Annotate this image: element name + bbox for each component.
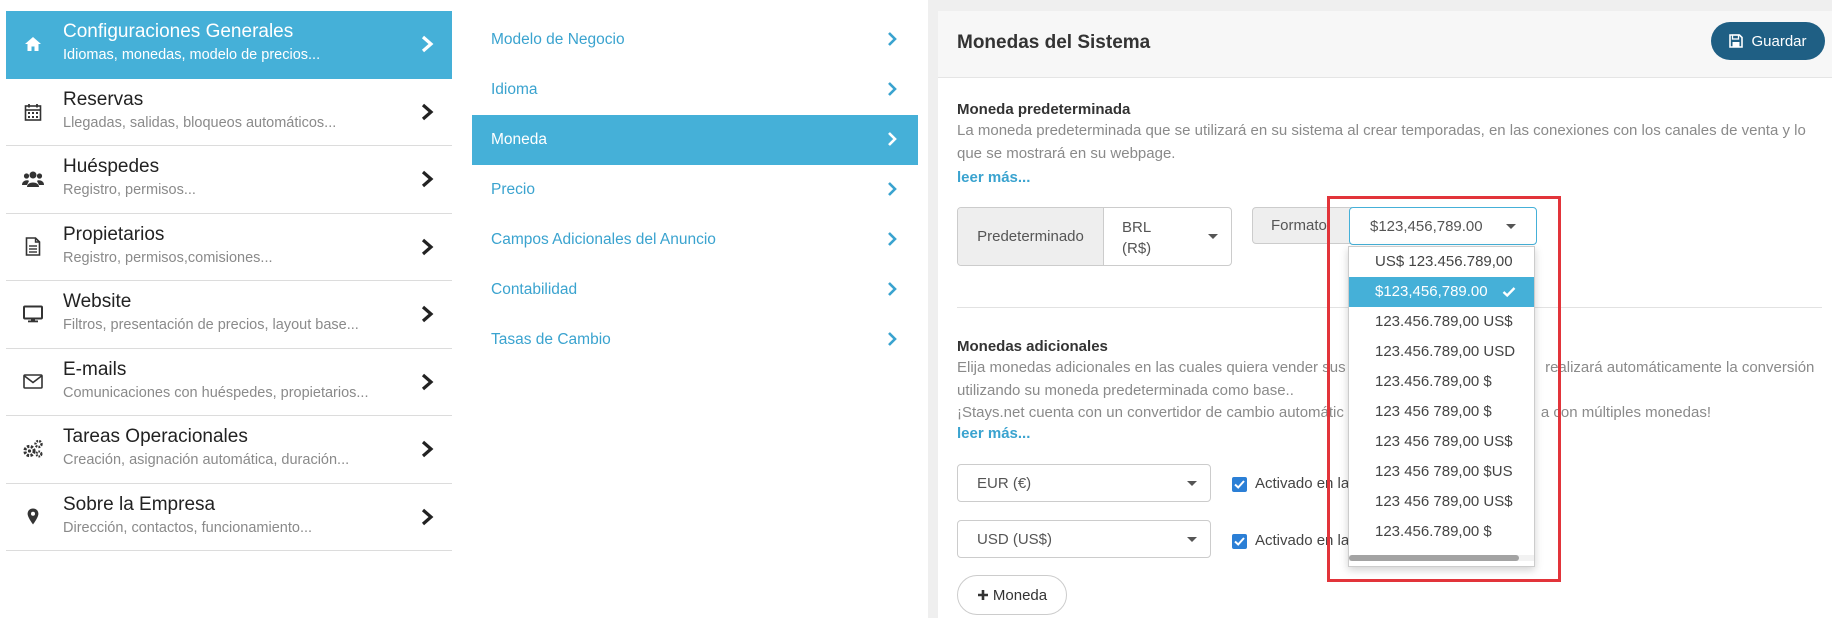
nav-item-subtitle: Dirección, contactos, funcionamiento... (63, 519, 313, 536)
menu-item-label: Tasas de Cambio (491, 331, 611, 348)
chevron-right-icon (421, 170, 434, 188)
default-currency-label: Predeterminado (958, 208, 1104, 265)
envelope-icon (22, 371, 44, 393)
description-text: ¡Stays.net cuenta con un convertidor de … (957, 404, 1344, 421)
default-currency-select[interactable]: BRL (R$) (1104, 208, 1231, 265)
panel-header: Monedas del Sistema Guardar (938, 11, 1832, 78)
menu-item-accounting[interactable]: Contabilidad (472, 265, 918, 315)
nav-item-company[interactable]: Sobre la Empresa Dirección, contactos, f… (6, 484, 452, 551)
nav-item-website[interactable]: Website Filtros, presentación de precios… (6, 281, 452, 349)
plus-icon (977, 590, 988, 600)
users-icon (22, 168, 44, 190)
home-icon (22, 33, 44, 55)
nav-item-owners[interactable]: Propietarios Registro, permisos,comision… (6, 214, 452, 281)
nav-item-subtitle: Filtros, presentación de precios, layout… (63, 317, 359, 333)
settings-page: Configuraciones Generales Idiomas, moned… (0, 0, 1832, 618)
menu-item-language[interactable]: Idioma (472, 65, 918, 115)
add-currency-label: Moneda (992, 586, 1048, 604)
chevron-right-icon (421, 103, 434, 120)
menu-item-label: Contabilidad (491, 281, 578, 298)
additional-currencies-title: Monedas adicionales (957, 338, 1108, 355)
add-currency-button[interactable]: Moneda (957, 575, 1067, 615)
description-text: Elija monedas adicionales en las cuales … (957, 359, 1359, 376)
chevron-right-icon (421, 373, 434, 390)
nav-item-emails[interactable]: E-mails Comunicaciones con huéspedes, pr… (6, 349, 452, 416)
nav-item-guests[interactable]: Huéspedes Registro, permisos... (6, 146, 452, 214)
caret-down-icon (1208, 234, 1218, 239)
save-label: Guardar (1751, 32, 1807, 50)
chevron-right-icon (888, 282, 897, 296)
nav-item-operational-tasks[interactable]: Tareas Operacionales Creación, asignació… (6, 416, 452, 484)
nav-item-title: Tareas Operacionales (63, 426, 248, 447)
chevron-right-icon (888, 132, 897, 146)
description-text: realizará automáticamente la conversión (1545, 359, 1815, 376)
nav-item-subtitle: Idiomas, monedas, modelo de precios... (63, 47, 321, 63)
page-title: Monedas del Sistema (957, 32, 1151, 53)
save-button[interactable]: Guardar (1711, 22, 1825, 60)
nav-item-title: Website (63, 291, 132, 312)
nav-item-subtitle: Registro, permisos,comisiones... (63, 249, 273, 266)
nav-item-subtitle: Llegadas, salidas, bloqueos automáticos.… (63, 114, 337, 131)
chevron-right-icon (888, 32, 897, 46)
additional-currency-select[interactable]: USD (US$) (957, 520, 1211, 558)
nav-item-title: Huéspedes (63, 156, 160, 177)
chevron-right-icon (421, 35, 434, 53)
chevron-right-icon (888, 182, 897, 196)
gears-icon (22, 438, 44, 460)
menu-item-exchange-rates[interactable]: Tasas de Cambio (472, 315, 918, 365)
nav-item-title: Sobre la Empresa (63, 493, 216, 515)
floppy-disk-icon (1729, 34, 1744, 48)
nav-item-subtitle: Creación, asignación automática, duració… (63, 452, 350, 468)
caret-down-icon (1187, 481, 1197, 486)
select-value: USD (US$) (977, 531, 1053, 548)
nav-item-title: Propietarios (63, 223, 165, 245)
activated-checkbox[interactable] (1232, 477, 1247, 492)
additional-currency-select[interactable]: EUR (€) (957, 464, 1211, 502)
settings-nav: Configuraciones Generales Idiomas, moned… (6, 11, 452, 551)
chevron-right-icon (421, 238, 434, 255)
menu-item-currency[interactable]: Moneda (472, 115, 918, 165)
menu-item-label: Idioma (491, 81, 538, 98)
chevron-right-icon (421, 508, 434, 525)
activated-checkbox[interactable] (1232, 534, 1247, 549)
chevron-right-icon (421, 305, 434, 323)
menu-item-label: Moneda (491, 131, 548, 148)
chevron-right-icon (888, 232, 897, 246)
nav-item-title: Reservas (63, 88, 144, 110)
caret-down-icon (1187, 537, 1197, 542)
default-currency-description: La moneda predeterminada que se utilizar… (957, 120, 1817, 165)
map-pin-icon (22, 506, 44, 528)
description-line: La moneda predeterminada que se utilizar… (957, 122, 1806, 139)
highlight-box (1327, 196, 1561, 582)
select-value: (R$) (1122, 240, 1152, 257)
default-currency-group: Predeterminado BRL (R$) (957, 207, 1232, 266)
menu-item-label: Campos Adicionales del Anuncio (491, 231, 716, 248)
read-more-link[interactable]: leer más... (957, 425, 1030, 442)
default-currency-title: Moneda predeterminada (957, 101, 1131, 118)
calendar-icon (22, 101, 44, 123)
nav-item-title: E-mails (63, 358, 127, 380)
document-icon (22, 236, 44, 258)
nav-item-subtitle: Registro, permisos... (63, 182, 196, 198)
menu-item-label: Precio (491, 181, 535, 198)
menu-item-price[interactable]: Precio (472, 165, 918, 215)
general-settings-menu: Modelo de Negocio Idioma Moneda Precio C… (472, 15, 918, 365)
chevron-right-icon (421, 440, 434, 458)
nav-item-general-settings[interactable]: Configuraciones Generales Idiomas, moned… (6, 11, 452, 79)
nav-item-title: Configuraciones Generales (63, 21, 294, 42)
nav-item-subtitle: Comunicaciones con huéspedes, propietari… (63, 384, 369, 401)
menu-item-business-model[interactable]: Modelo de Negocio (472, 15, 918, 65)
menu-item-label: Modelo de Negocio (491, 31, 625, 48)
description-text: a con múltiples monedas! (1540, 404, 1711, 421)
read-more-link[interactable]: leer más... (957, 169, 1030, 186)
chevron-right-icon (888, 332, 897, 346)
nav-item-reservations[interactable]: Reservas Llegadas, salidas, bloqueos aut… (6, 79, 452, 146)
description-line: que se mostrará en su webpage. (957, 144, 1176, 162)
chevron-right-icon (888, 82, 897, 96)
monitor-icon (22, 303, 44, 325)
menu-item-additional-fields[interactable]: Campos Adicionales del Anuncio (472, 215, 918, 265)
select-value: EUR (€) (977, 475, 1032, 492)
